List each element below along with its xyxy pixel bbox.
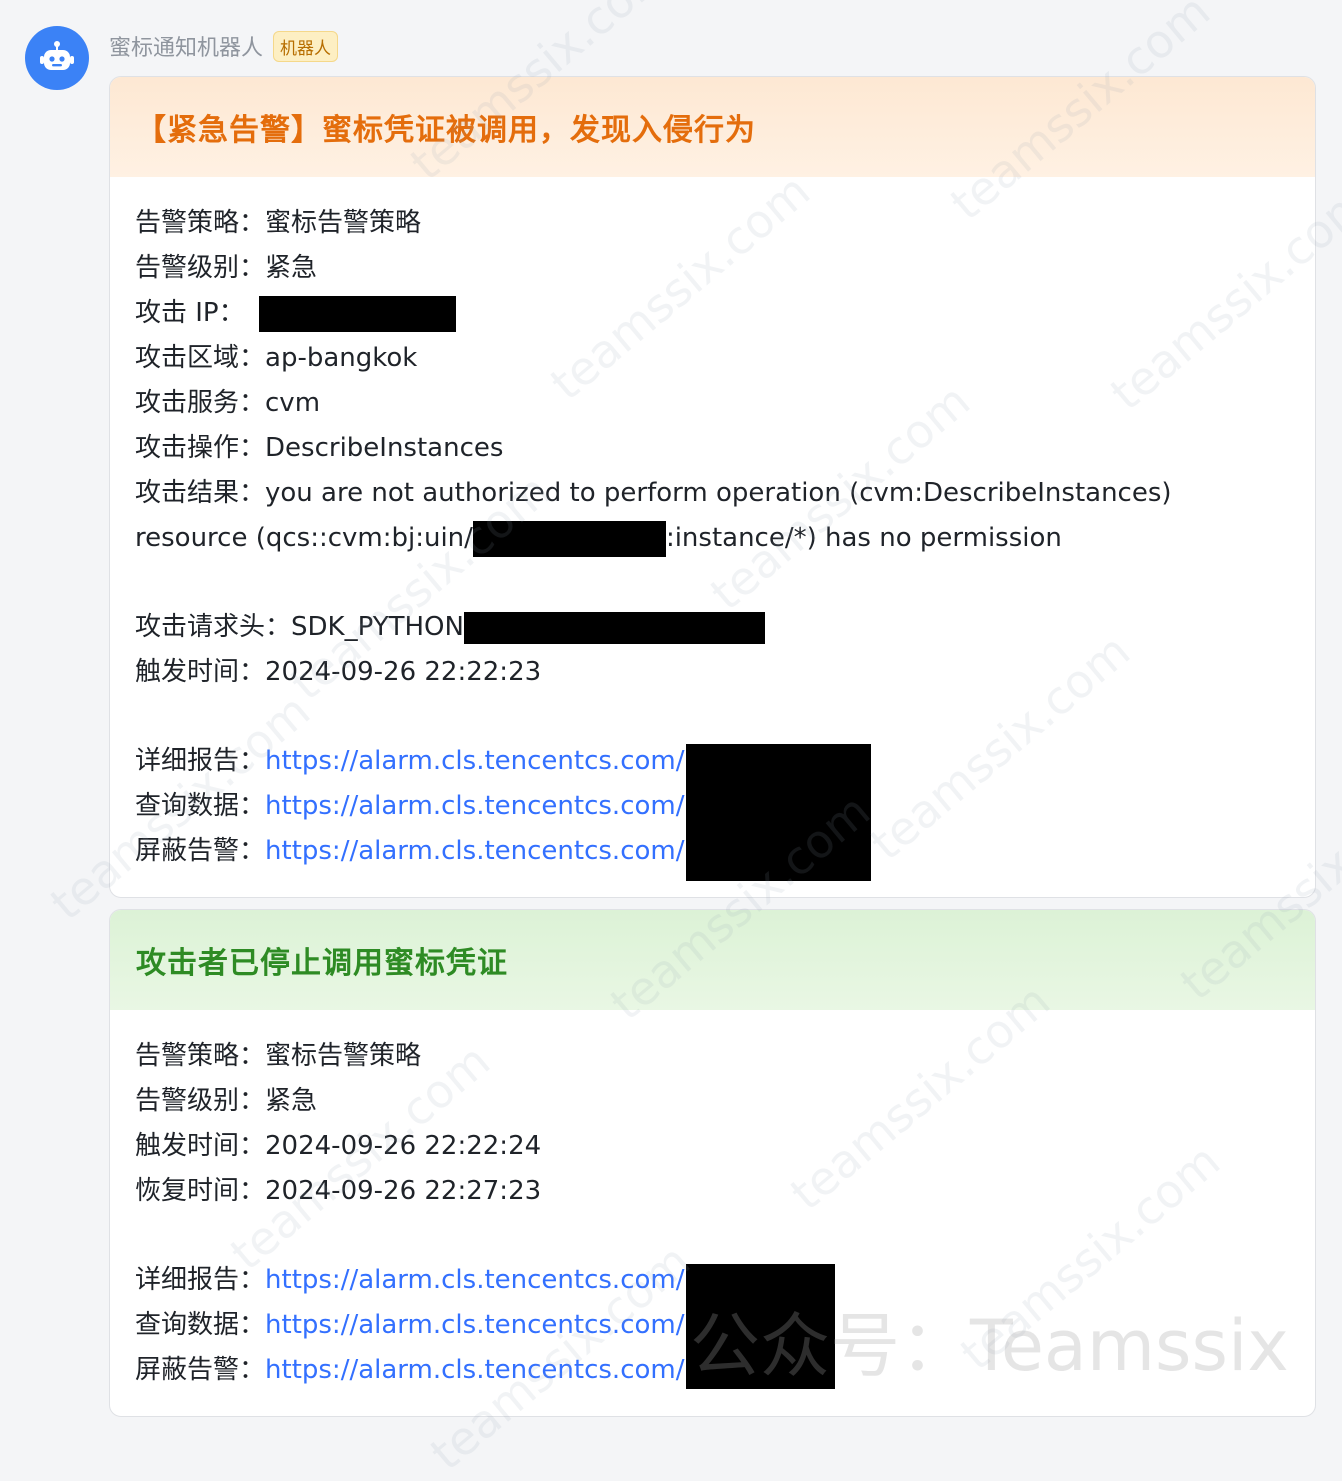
mute-alert-link[interactable]: https://alarm.cls.tencentcs.com/ (265, 829, 684, 874)
sender-name[interactable]: 蜜标通知机器人 (109, 30, 263, 62)
query-data-link[interactable]: https://alarm.cls.tencentcs.com/ (265, 1303, 684, 1348)
message-sender: 蜜标通知机器人 机器人 (109, 28, 339, 64)
field-label: 攻击操作： (135, 433, 266, 463)
robot-icon (40, 41, 74, 70)
field-label: 攻击区域： (135, 343, 266, 373)
field-result: 攻击结果： you are not authorized to perform … (135, 471, 1315, 516)
field-value: 紧急 (265, 253, 318, 283)
field-label: 恢复时间： (135, 1176, 266, 1206)
field-level: 告警级别： 紧急 (135, 246, 1315, 291)
result-resource-prefix: resource (qcs::cvm:bj:uin/ (135, 523, 473, 553)
redacted-ip (258, 295, 456, 332)
field-request-header: 攻击请求头： SDK_PYTHON (135, 605, 1315, 650)
link-label: 查询数据： (135, 1310, 266, 1340)
field-label: 攻击 IP： (135, 298, 245, 328)
bot-badge: 机器人 (273, 30, 339, 62)
query-data-link[interactable]: https://alarm.cls.tencentcs.com/ (265, 784, 684, 829)
field-operation: 攻击操作： DescribeInstances (135, 426, 1315, 471)
detail-report-link[interactable]: https://alarm.cls.tencentcs.com/ (265, 739, 684, 784)
field-label: 攻击服务： (135, 388, 266, 418)
field-service: 攻击服务： cvm (135, 381, 1315, 426)
field-label: 告警级别： (135, 253, 266, 283)
link-label: 屏蔽告警： (135, 836, 266, 866)
result-resource-suffix: :instance/*) has no permission (665, 523, 1062, 553)
link-label: 查询数据： (135, 791, 266, 821)
field-label: 告警级别： (135, 1086, 266, 1116)
redacted-request-header (463, 611, 765, 644)
field-value: ap-bangkok (265, 343, 418, 373)
field-label: 攻击请求头： (135, 612, 292, 642)
link-label: 详细报告： (135, 746, 266, 776)
field-trigger-time: 触发时间： 2024-09-26 22:22:23 (135, 650, 1315, 695)
detail-report-link[interactable]: https://alarm.cls.tencentcs.com/ (265, 1258, 684, 1303)
field-label: 告警策略： (135, 1041, 266, 1071)
field-level: 告警级别： 紧急 (135, 1079, 1315, 1124)
field-value: 2024-09-26 22:27:23 (265, 1176, 542, 1206)
field-label: 触发时间： (135, 1131, 266, 1161)
field-value: you are not authorized to perform operat… (265, 478, 1172, 508)
field-value: 蜜标告警策略 (265, 208, 422, 238)
field-result-continued: resource (qcs::cvm:bj:uin/ :instance/*) … (135, 516, 1315, 561)
field-label: 告警策略： (135, 208, 266, 238)
alert-card-header: 【紧急告警】蜜标凭证被调用，发现入侵行为 (110, 77, 1315, 177)
field-policy: 告警策略： 蜜标告警策略 (135, 201, 1315, 246)
recover-card-title: 攻击者已停止调用蜜标凭证 (136, 946, 508, 981)
field-value: 紧急 (265, 1086, 318, 1116)
mute-alert-link[interactable]: https://alarm.cls.tencentcs.com/ (265, 1348, 684, 1393)
field-value: cvm (265, 388, 321, 418)
field-label: 触发时间： (135, 657, 266, 687)
field-value: 蜜标告警策略 (265, 1041, 422, 1071)
field-value: DescribeInstances (265, 433, 504, 463)
field-recover-time: 恢复时间： 2024-09-26 22:27:23 (135, 1169, 1315, 1214)
field-region: 攻击区域： ap-bangkok (135, 336, 1315, 381)
redacted-uin (472, 520, 666, 557)
link-label: 详细报告： (135, 1265, 266, 1295)
link-label: 屏蔽告警： (135, 1355, 266, 1385)
redacted-alert-links (686, 744, 871, 881)
recover-card-header: 攻击者已停止调用蜜标凭证 (110, 910, 1315, 1010)
field-value: SDK_PYTHON (291, 612, 464, 642)
field-attack-ip: 攻击 IP： (135, 291, 1315, 336)
field-policy: 告警策略： 蜜标告警策略 (135, 1034, 1315, 1079)
field-value: 2024-09-26 22:22:24 (265, 1131, 542, 1161)
field-trigger-time: 触发时间： 2024-09-26 22:22:24 (135, 1124, 1315, 1169)
redacted-recover-links (686, 1264, 835, 1389)
field-value: 2024-09-26 22:22:23 (265, 657, 542, 687)
alert-card-title: 【紧急告警】蜜标凭证被调用，发现入侵行为 (136, 113, 756, 148)
field-label: 攻击结果： (135, 478, 266, 508)
bot-avatar[interactable] (25, 26, 89, 90)
